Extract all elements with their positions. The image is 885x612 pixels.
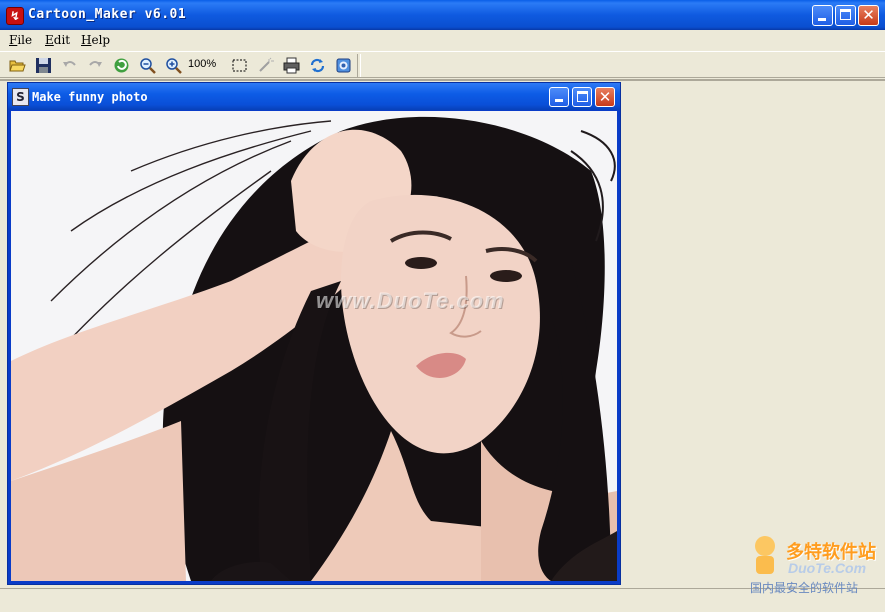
- zoom-out-button[interactable]: [137, 55, 158, 76]
- toolbar-separator: [357, 54, 361, 77]
- rotate-icon: [310, 58, 325, 73]
- select-button[interactable]: [229, 55, 250, 76]
- child-window-title: Make funny photo: [32, 90, 148, 104]
- site-watermark: 多特软件站 DuoTe.Com 国内最安全的软件站: [750, 532, 882, 596]
- zoom-in-icon: [166, 58, 182, 74]
- redo-icon: [89, 61, 102, 67]
- maximize-icon: [577, 91, 588, 102]
- photo-watermark: www.DuoTe.com: [316, 288, 505, 313]
- rotate-button[interactable]: [307, 55, 328, 76]
- minimize-button[interactable]: [812, 5, 833, 26]
- main-titlebar[interactable]: ↯ Cartoon_Maker v6.01 ✕: [0, 0, 885, 30]
- child-maximize-button[interactable]: [572, 87, 592, 107]
- zoom-in-button[interactable]: [163, 55, 184, 76]
- save-button[interactable]: [33, 55, 54, 76]
- photo-canvas[interactable]: www.DuoTe.com: [11, 111, 617, 581]
- zoom-out-icon: [140, 58, 156, 74]
- close-icon: ✕: [862, 6, 875, 24]
- open-button[interactable]: [7, 55, 28, 76]
- client-edge: [0, 79, 885, 81]
- minimize-icon: [555, 99, 563, 102]
- print-icon: [283, 57, 300, 74]
- menu-file[interactable]: File: [9, 33, 32, 47]
- menu-edit[interactable]: Edit: [45, 33, 70, 47]
- close-icon: ✕: [598, 88, 612, 106]
- menu-help[interactable]: Help: [81, 33, 110, 47]
- watermark-sub: 国内最安全的软件站: [750, 581, 859, 595]
- watermark-en: DuoTe.Com: [788, 560, 867, 576]
- child-window[interactable]: S Make funny photo ✕ www.DuoTe.com: [7, 82, 621, 585]
- child-close-button[interactable]: ✕: [595, 87, 615, 107]
- undo-button[interactable]: [59, 55, 80, 76]
- maximize-icon: [840, 9, 851, 20]
- minimize-icon: [818, 18, 826, 21]
- app-icon[interactable]: ↯: [6, 7, 24, 25]
- portrait-photo: [11, 111, 617, 581]
- about-icon: [336, 58, 351, 73]
- select-rect-icon: [232, 59, 247, 72]
- about-button[interactable]: [333, 55, 354, 76]
- window-title: Cartoon_Maker v6.01: [28, 7, 187, 22]
- print-button[interactable]: [281, 55, 302, 76]
- toolbar: 100%: [0, 51, 885, 78]
- save-disk-icon: [36, 58, 51, 73]
- document-icon: S: [12, 88, 29, 106]
- refresh-icon: [114, 58, 129, 73]
- magic-wand-icon: [259, 57, 274, 72]
- child-minimize-button[interactable]: [549, 87, 569, 107]
- open-folder-icon: [9, 60, 26, 72]
- close-button[interactable]: ✕: [858, 5, 879, 26]
- child-titlebar[interactable]: S Make funny photo ✕: [8, 83, 620, 110]
- undo-icon: [63, 61, 76, 67]
- maximize-button[interactable]: [835, 5, 856, 26]
- mascot-icon: [755, 536, 775, 574]
- redo-button[interactable]: [85, 55, 106, 76]
- wand-button[interactable]: [255, 55, 276, 76]
- menu-bar: File Edit Help: [0, 30, 885, 51]
- refresh-button[interactable]: [111, 55, 132, 76]
- zoom-level: 100%: [188, 58, 217, 70]
